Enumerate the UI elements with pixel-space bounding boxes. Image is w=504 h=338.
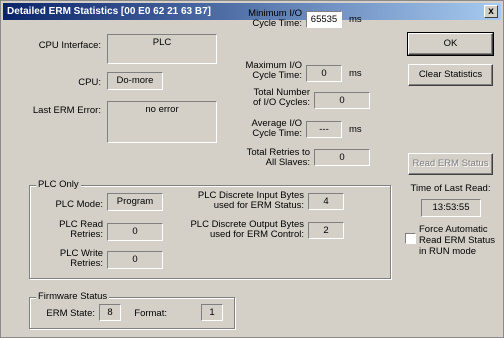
ok-button[interactable]: OK: [407, 32, 494, 56]
erm-state-label: ERM State:: [46, 308, 95, 319]
plc-output-bytes-field: 2: [308, 222, 344, 239]
avg-io-unit: ms: [349, 124, 362, 135]
force-automatic-read-label: Force Automatic Read ERM Status in RUN m…: [419, 224, 496, 257]
max-io-cycle-label: Maximum I/O Cycle Time:: [245, 60, 302, 81]
plc-input-bytes-label: PLC Discrete Input Bytes used for ERM St…: [197, 190, 304, 211]
cpu-interface-field: PLC: [107, 34, 217, 64]
format-label: Format:: [134, 308, 167, 319]
last-erm-error-label: Last ERM Error:: [32, 105, 101, 116]
plc-input-bytes-field: 4: [308, 193, 344, 210]
plc-read-retries-label: PLC Read Retries:: [59, 219, 103, 240]
plc-mode-label: PLC Mode:: [55, 199, 103, 210]
max-io-cycle-field: 0: [306, 65, 342, 82]
cpu-interface-label: CPU Interface:: [38, 40, 101, 51]
plc-mode-field: Program: [107, 193, 163, 211]
plc-read-retries-field: 0: [107, 223, 163, 241]
min-io-cycle-field: 65535: [306, 11, 342, 28]
min-io-unit: ms: [349, 14, 362, 25]
close-button[interactable]: x: [484, 5, 498, 18]
total-retries-label: Total Retries to All Slaves:: [246, 147, 310, 168]
window-title: Detailed ERM Statistics [00 E0 62 21 63 …: [7, 6, 211, 17]
avg-io-cycle-field: ---: [306, 121, 342, 138]
min-io-cycle-label: Minimum I/O Cycle Time:: [248, 8, 302, 29]
erm-state-field: 8: [99, 304, 121, 321]
time-of-last-read-label: Time of Last Read:: [410, 183, 491, 194]
format-field: 1: [201, 304, 223, 321]
avg-io-cycle-label: Average I/O Cycle Time:: [251, 118, 302, 139]
total-io-cycles-label: Total Number of I/O Cycles:: [252, 87, 310, 108]
max-io-unit: ms: [349, 68, 362, 79]
total-retries-field: 0: [314, 149, 370, 166]
last-erm-error-field: no error: [107, 101, 217, 143]
force-automatic-read-checkbox[interactable]: [405, 233, 416, 244]
clear-statistics-button[interactable]: Clear Statistics: [408, 64, 493, 86]
cpu-label: CPU:: [78, 77, 101, 88]
read-erm-status-button[interactable]: Read ERM Status: [408, 153, 493, 175]
erm-statistics-dialog: Detailed ERM Statistics [00 E0 62 21 63 …: [0, 0, 504, 338]
plc-write-retries-label: PLC Write Retries:: [59, 248, 103, 269]
time-of-last-read-field: 13:53:55: [421, 199, 481, 217]
firmware-status-group-title: Firmware Status: [36, 291, 110, 302]
total-io-cycles-field: 0: [314, 92, 370, 109]
plc-write-retries-field: 0: [107, 251, 163, 269]
plc-only-group-title: PLC Only: [36, 179, 81, 190]
cpu-field: Do-more: [107, 72, 163, 90]
plc-output-bytes-label: PLC Discrete Output Bytes used for ERM C…: [190, 219, 304, 240]
